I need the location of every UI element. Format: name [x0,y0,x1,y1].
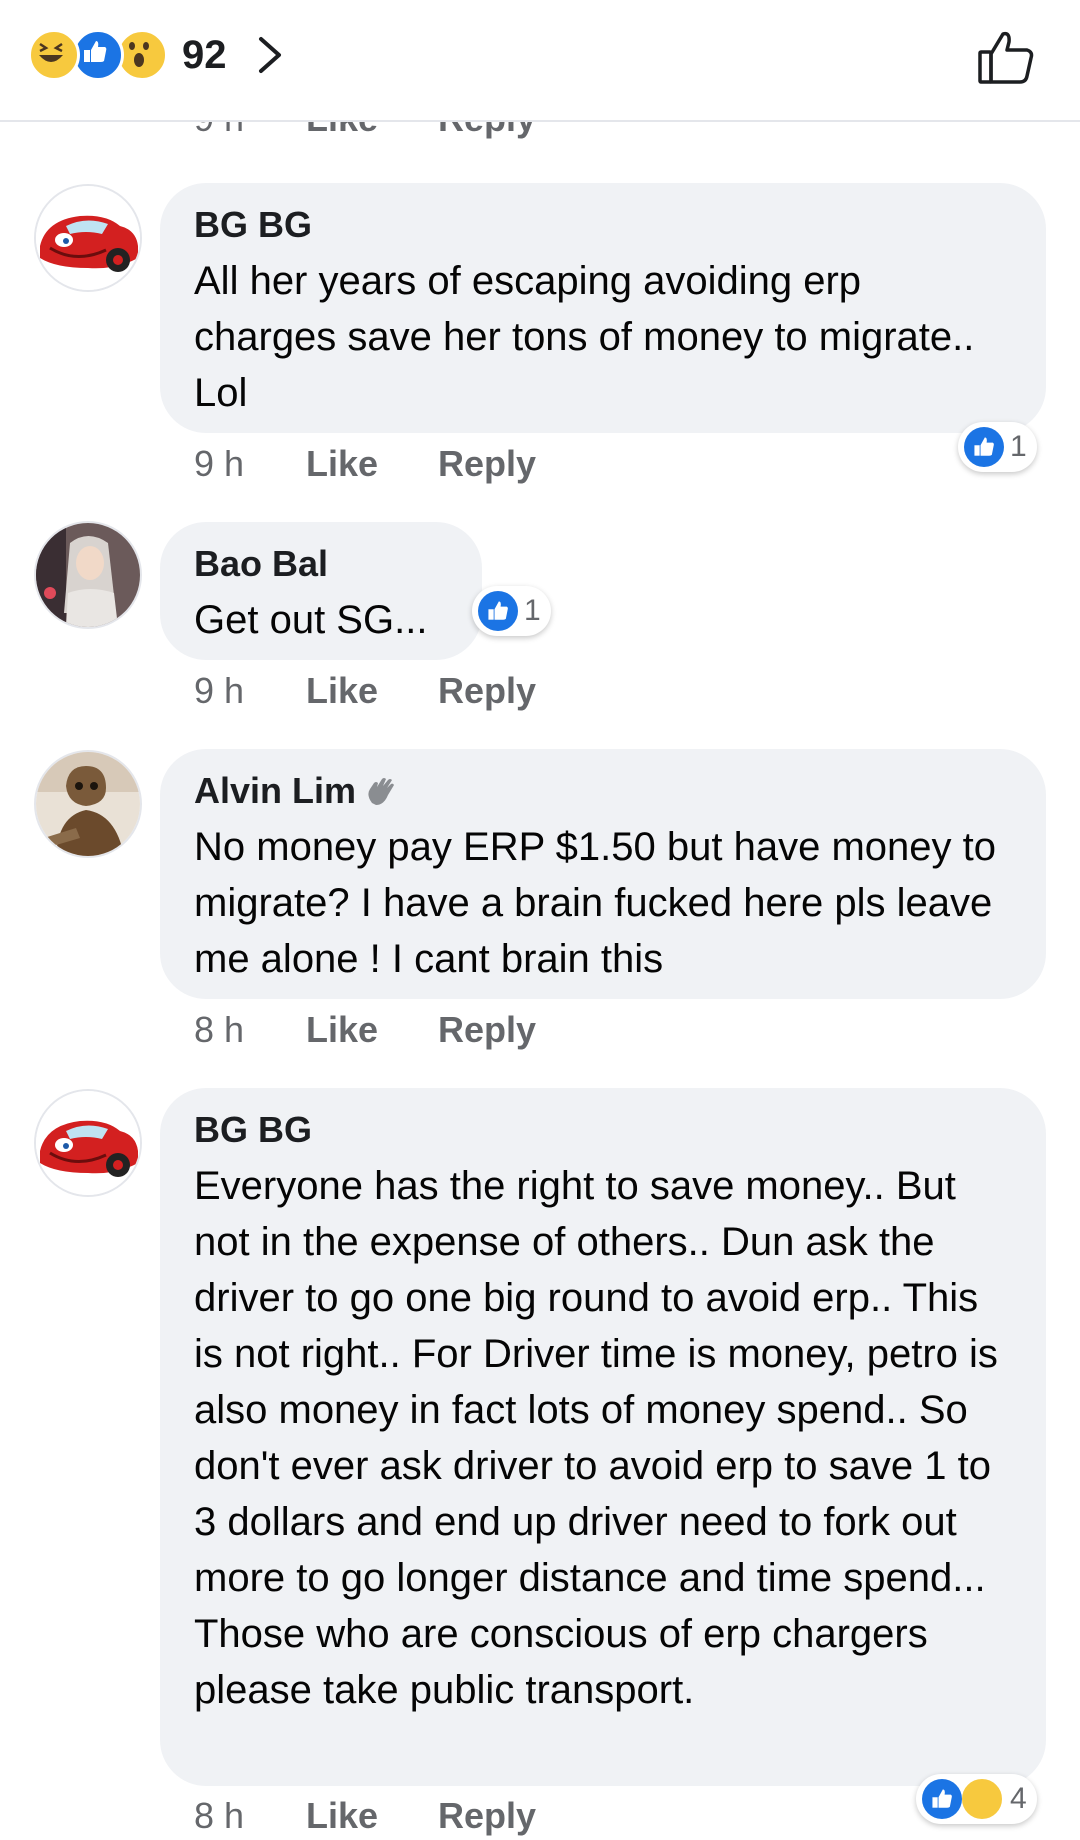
avatar[interactable] [34,750,142,858]
haha-reaction-icon [28,29,80,81]
like-reaction-icon [964,427,1004,467]
comment-time: 9 h [194,670,245,711]
comment-time: 8 h [194,1009,245,1050]
like-button-icon[interactable] [976,26,1036,86]
comment-bubble: Alvin Lim No money pay ERP $1.50 but hav… [160,749,1046,999]
reply-button[interactable]: Reply [438,1009,536,1051]
chevron-right-icon [258,37,281,73]
comment-reaction-badge[interactable]: 1 [472,586,551,636]
comment-actions: 9 h Like Reply [194,667,536,715]
reaction-count: 1 [524,594,541,627]
comment-author[interactable]: Alvin Lim [194,769,356,813]
comment-author[interactable]: BG BG [194,203,1012,247]
comment-reaction-badge[interactable]: 4 [916,1774,1037,1824]
reactions-summary[interactable]: 92 [28,28,287,82]
avatar[interactable] [34,521,142,629]
like-reaction-icon [478,591,518,631]
comment-author-row: Alvin Lim [194,769,1012,813]
haha-reaction-icon [960,1777,1004,1821]
comment-bubble: BG BG Everyone has the right to save mon… [160,1088,1046,1786]
comment-bubble: BG BG All her years of escaping avoiding… [160,183,1046,433]
reply-button[interactable]: Reply [438,670,536,712]
like-button[interactable]: Like [306,670,438,712]
comment-actions: 8 h Like Reply [194,1792,536,1840]
like-button[interactable]: Like [306,1009,438,1051]
comment-time: 9 h [194,443,245,484]
reply-button[interactable]: Reply [438,1795,536,1837]
reply-button[interactable]: Reply [438,443,536,485]
comment-reaction-badge[interactable]: 1 [958,422,1037,472]
comment-text: Everyone has the right to save money.. B… [194,1164,998,1712]
comment-text: No money pay ERP $1.50 but have money to… [194,825,996,981]
comment-actions: 9 h Like Reply [194,440,536,488]
comment-time: 8 h [194,1795,245,1836]
like-button[interactable]: Like [306,443,438,485]
comment-author[interactable]: BG BG [194,1108,1012,1152]
reaction-count: 1 [1010,430,1027,463]
like-reaction-icon [922,1779,962,1819]
comment-actions: 8 h Like Reply [194,1006,536,1054]
reaction-count: 92 [182,32,227,77]
comment-bubble: Bao Bal Get out SG... [160,522,482,660]
reactions-header: 92 [0,0,1080,122]
comment-text: Get out SG... [194,598,428,642]
avatar[interactable] [34,184,142,292]
avatar[interactable] [34,1089,142,1197]
like-button[interactable]: Like [306,1795,438,1837]
reaction-count: 4 [1010,1782,1027,1815]
waving-hand-icon [368,778,395,805]
comment-text: All her years of escaping avoiding erp c… [194,259,975,415]
comment-author[interactable]: Bao Bal [194,542,448,586]
